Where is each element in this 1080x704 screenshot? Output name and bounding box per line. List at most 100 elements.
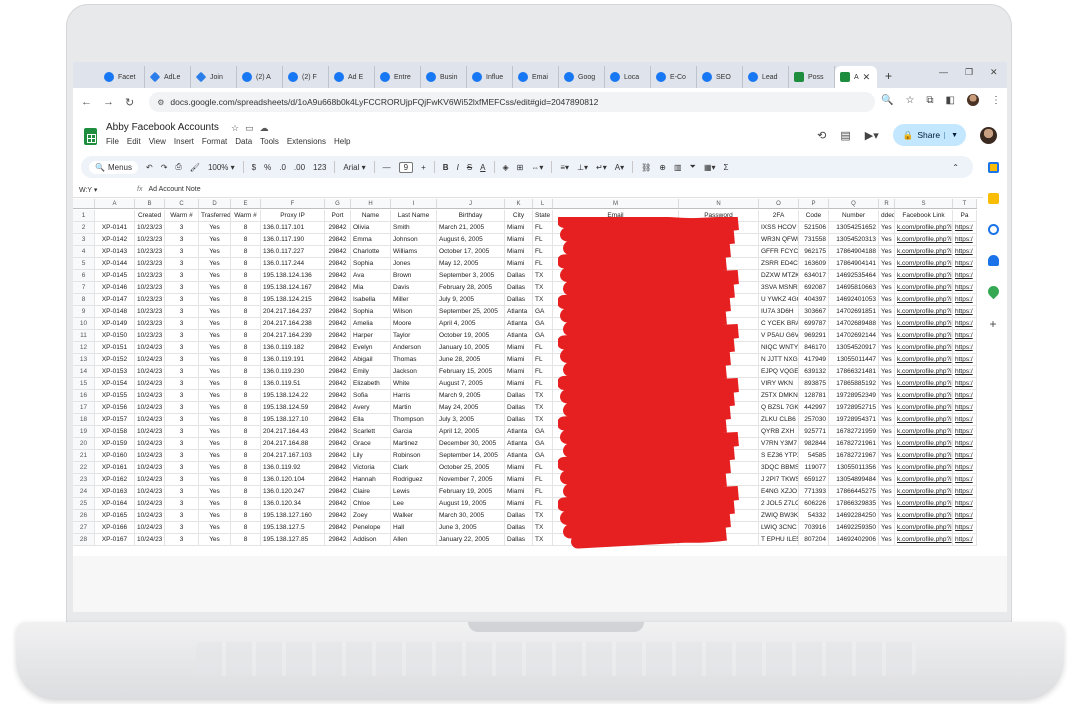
table-cell[interactable]: Yes xyxy=(199,510,231,521)
column-label[interactable]: Trasferred xyxy=(199,210,231,221)
table-cell[interactable]: 29842 xyxy=(325,258,351,269)
table-cell[interactable]: IU7A 3D6H xyxy=(759,306,799,317)
table-cell[interactable]: Ella xyxy=(351,414,391,425)
table-cell[interactable]: https:/ xyxy=(953,534,977,545)
table-cell[interactable]: 10/24/23 xyxy=(135,498,165,509)
tasks-icon[interactable] xyxy=(987,224,999,235)
table-cell[interactable]: https:/ xyxy=(953,306,977,317)
table-cell[interactable]: GA xyxy=(533,306,553,317)
table-cell[interactable]: 17866329835 xyxy=(829,498,879,509)
table-cell[interactable]: 8 xyxy=(231,342,261,353)
table-cell[interactable]: Yes xyxy=(879,282,895,293)
table-cell[interactable]: Martin xyxy=(391,402,437,413)
table-cell[interactable]: Yes xyxy=(199,474,231,485)
maps-icon[interactable] xyxy=(985,283,1001,300)
table-cell[interactable]: Zoey xyxy=(351,510,391,521)
table-cell[interactable]: July 9, 2005 xyxy=(437,294,505,305)
table-cell[interactable]: 195.138.127.85 xyxy=(261,534,325,545)
table-cell[interactable]: 3SVA MSNR xyxy=(759,282,799,293)
column-header[interactable]: H xyxy=(351,199,391,208)
table-cell[interactable]: https:/ xyxy=(953,234,977,245)
table-cell[interactable]: 404397 xyxy=(799,294,829,305)
table-cell[interactable]: 14702692144 xyxy=(829,330,879,341)
table-cell[interactable]: March 9, 2005 xyxy=(437,390,505,401)
table-cell[interactable]: FL xyxy=(533,378,553,389)
row-number[interactable]: 22 xyxy=(73,462,95,473)
table-cell[interactable]: 3 xyxy=(165,510,199,521)
table-cell[interactable]: https:/ xyxy=(953,426,977,437)
column-label[interactable]: dded xyxy=(879,210,895,221)
table-cell[interactable]: Yes xyxy=(879,342,895,353)
table-cell[interactable]: Miami xyxy=(505,486,533,497)
undo-icon[interactable]: ↶ xyxy=(146,163,153,172)
table-cell[interactable]: XP-0159 xyxy=(95,438,135,449)
table-cell[interactable]: Emma xyxy=(351,234,391,245)
column-header[interactable]: K xyxy=(505,199,533,208)
table-cell[interactable]: 8 xyxy=(231,498,261,509)
table-cell[interactable]: 13054251652 xyxy=(829,222,879,233)
table-cell[interactable]: 14692284250 xyxy=(829,510,879,521)
table-cell[interactable]: XP-0166 xyxy=(95,522,135,533)
table-cell[interactable]: Miami xyxy=(505,366,533,377)
table-cell[interactable]: k.com/profile.php?i xyxy=(895,414,953,425)
keep-icon[interactable] xyxy=(987,193,999,204)
currency-button[interactable]: $ xyxy=(252,163,256,172)
table-cell[interactable]: FL xyxy=(533,462,553,473)
table-cell[interactable]: 8 xyxy=(231,534,261,545)
table-cell[interactable]: 521506 xyxy=(799,222,829,233)
table-cell[interactable]: XP-0144 xyxy=(95,258,135,269)
table-cell[interactable]: 29842 xyxy=(325,462,351,473)
table-cell[interactable]: Dallas xyxy=(505,522,533,533)
table-cell[interactable]: 10/23/23 xyxy=(135,234,165,245)
table-cell[interactable]: XP-0152 xyxy=(95,354,135,365)
table-cell[interactable]: 8 xyxy=(231,222,261,233)
table-cell[interactable]: k.com/profile.php?i xyxy=(895,222,953,233)
table-cell[interactable]: 13055011356 xyxy=(829,462,879,473)
table-cell[interactable]: 807204 xyxy=(799,534,829,545)
row-number[interactable]: 19 xyxy=(73,426,95,437)
column-header[interactable]: P xyxy=(799,199,829,208)
table-cell[interactable]: 136.0.119.51 xyxy=(261,378,325,389)
table-cell[interactable]: XP-0148 xyxy=(95,306,135,317)
table-cell[interactable]: https:/ xyxy=(953,282,977,293)
table-cell[interactable]: 3 xyxy=(165,438,199,449)
more-menu-icon[interactable]: ⋮ xyxy=(991,95,1001,106)
table-cell[interactable]: ZSRR ED4C xyxy=(759,258,799,269)
table-cell[interactable]: 14695810663 xyxy=(829,282,879,293)
strikethrough-button[interactable]: S xyxy=(467,163,472,172)
table-cell[interactable]: 163609 xyxy=(799,258,829,269)
table-cell[interactable]: 893875 xyxy=(799,378,829,389)
table-cell[interactable]: 3 xyxy=(165,258,199,269)
table-cell[interactable]: https:/ xyxy=(953,450,977,461)
table-cell[interactable]: https:/ xyxy=(953,294,977,305)
table-cell[interactable]: 14702691851 xyxy=(829,306,879,317)
table-cell[interactable]: February 15, 2005 xyxy=(437,366,505,377)
column-header[interactable]: O xyxy=(759,199,799,208)
row-number[interactable]: 20 xyxy=(73,438,95,449)
column-header[interactable]: T xyxy=(953,199,977,208)
table-cell[interactable]: XP-0151 xyxy=(95,342,135,353)
table-cell[interactable]: 17866445275 xyxy=(829,486,879,497)
table-cell[interactable]: V P5AU G6V xyxy=(759,330,799,341)
table-cell[interactable]: 3 xyxy=(165,282,199,293)
table-cell[interactable]: Martinez xyxy=(391,438,437,449)
table-cell[interactable]: September 14, 2005 xyxy=(437,450,505,461)
column-header[interactable]: J xyxy=(437,199,505,208)
table-cell[interactable]: XP-0155 xyxy=(95,390,135,401)
table-cell[interactable]: QYRB ZXH xyxy=(759,426,799,437)
table-cell[interactable]: k.com/profile.php?i xyxy=(895,486,953,497)
redo-icon[interactable]: ↷ xyxy=(161,163,168,172)
row-number[interactable]: 5 xyxy=(73,258,95,269)
table-cell[interactable]: May 24, 2005 xyxy=(437,402,505,413)
font-select[interactable]: Arial ▾ xyxy=(343,163,365,172)
borders-icon[interactable]: ⊞ xyxy=(517,163,524,172)
table-cell[interactable]: TX xyxy=(533,402,553,413)
table-cell[interactable]: Allen xyxy=(391,534,437,545)
table-cell[interactable]: 29842 xyxy=(325,450,351,461)
table-cell[interactable]: 14692401053 xyxy=(829,294,879,305)
table-cell[interactable]: TX xyxy=(533,270,553,281)
table-cell[interactable]: 10/23/23 xyxy=(135,306,165,317)
table-cell[interactable]: XP-0164 xyxy=(95,498,135,509)
table-cell[interactable]: 3 xyxy=(165,246,199,257)
table-cell[interactable]: T EPHU ILE5 xyxy=(759,534,799,545)
